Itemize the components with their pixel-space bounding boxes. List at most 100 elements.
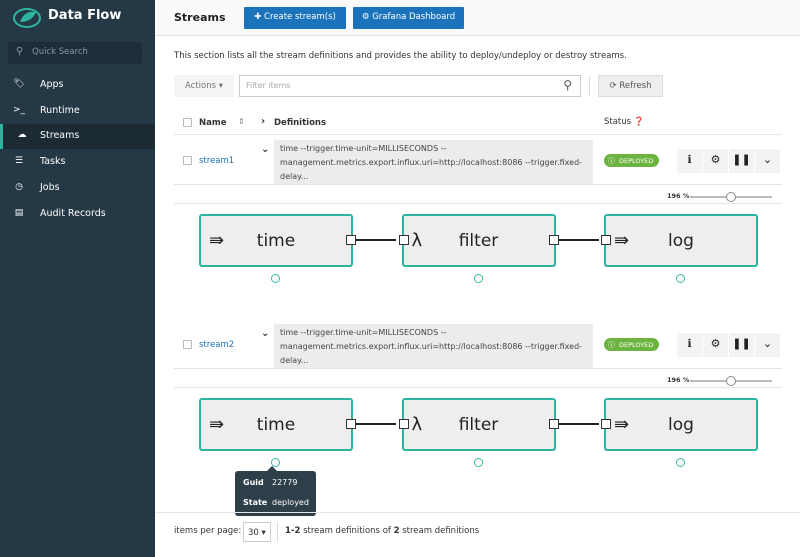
output-port[interactable] <box>346 419 356 429</box>
search-placeholder: Quick Search <box>32 47 88 57</box>
collapse-icon[interactable]: ⌄ <box>261 144 269 155</box>
collapse-icon[interactable]: ⌄ <box>261 328 269 339</box>
undeploy-button[interactable]: ❚❚ <box>729 333 754 357</box>
details-button[interactable]: ℹ <box>677 333 702 357</box>
column-status: Status ❓ <box>604 117 645 127</box>
graph-node-time[interactable]: ⇛ time <box>199 214 353 267</box>
refresh-button[interactable]: ⟳ Refresh <box>598 75 663 97</box>
sidebar-item-label: Audit Records <box>40 207 106 219</box>
sidebar-item-audit-records[interactable]: ▤ Audit Records <box>0 202 155 227</box>
info-icon: ℹ <box>687 337 692 350</box>
sidebar-item-label: Jobs <box>40 181 60 193</box>
info-icon: ℹ <box>687 153 692 166</box>
row-checkbox[interactable] <box>183 156 192 165</box>
stream-name-link[interactable]: stream2 <box>199 340 234 350</box>
graph-node-log[interactable]: ⇛ log <box>604 214 758 267</box>
quick-search-input[interactable]: ⚲ Quick Search <box>8 42 142 64</box>
pause-icon: ❚❚ <box>732 153 751 166</box>
input-port[interactable] <box>601 235 611 245</box>
pagination-summary: 1-2 stream definitions of 2 stream defin… <box>285 526 480 536</box>
sort-icon[interactable]: ⇕ <box>238 117 245 126</box>
state-label: State <box>243 498 268 507</box>
node-label: time <box>256 415 296 435</box>
graph-node-time[interactable]: ⇛ time <box>199 398 353 451</box>
node-status-dot[interactable] <box>473 458 483 467</box>
description: This section lists all the stream defini… <box>174 51 627 61</box>
chevron-down-icon: ⌄ <box>762 337 773 350</box>
graph-node-filter[interactable]: λ filter <box>401 214 556 267</box>
output-port[interactable] <box>346 235 356 245</box>
input-port[interactable] <box>398 419 409 429</box>
node-label: time <box>256 231 296 251</box>
logo-icon <box>13 8 41 28</box>
gear-icon: ⚙ <box>710 153 721 166</box>
graph-link[interactable] <box>558 423 599 425</box>
filter-input[interactable]: Filter items ⚲ <box>239 75 581 97</box>
sidebar-item-label: Apps <box>40 79 64 90</box>
deploy-button[interactable]: ⚙ <box>703 149 728 173</box>
tags-icon: 🏷 <box>13 79 25 89</box>
actions-dropdown[interactable]: Actions ▾ <box>174 75 234 97</box>
stream-definition: time --trigger.time-unit=MILLISECONDS --… <box>274 324 593 368</box>
guid-value: 22779 <box>272 478 298 487</box>
refresh-icon: ⟳ <box>609 81 617 91</box>
input-port[interactable] <box>601 419 611 429</box>
sidebar-item-tasks[interactable]: ☰ Tasks <box>0 150 155 175</box>
deploy-button[interactable]: ⚙ <box>703 333 728 357</box>
undeploy-button[interactable]: ❚❚ <box>729 149 754 173</box>
zoom-slider-handle[interactable] <box>726 376 736 386</box>
graph-node-log[interactable]: ⇛ log <box>604 398 758 451</box>
node-status-dot[interactable] <box>271 274 280 283</box>
node-label: log <box>668 231 694 251</box>
sidebar-item-streams[interactable]: ☁ Streams <box>0 124 155 150</box>
column-name: Name <box>199 118 227 128</box>
node-status-dot[interactable] <box>473 274 483 283</box>
details-button[interactable]: ℹ <box>677 149 702 173</box>
terminal-icon: >_ <box>13 104 26 115</box>
guid-label: Guid <box>243 478 264 487</box>
node-label: log <box>668 415 694 435</box>
node-status-dot[interactable] <box>676 458 685 467</box>
output-port[interactable] <box>548 235 559 245</box>
sidebar: Data Flow ⚲ Quick Search 🏷 Apps >_ Runtime ☁ S… <box>0 0 155 557</box>
page-size-select[interactable]: 30 ▾ <box>243 522 271 542</box>
expand-all-icon[interactable]: › <box>261 116 265 127</box>
select-all-checkbox[interactable] <box>183 118 192 127</box>
zoom-slider-handle[interactable] <box>726 192 736 202</box>
sidebar-item-apps[interactable]: 🏷 Apps <box>0 73 155 98</box>
page-header: Streams ✚ Create stream(s) ⚙ Grafana Das… <box>155 0 800 36</box>
more-actions-button[interactable]: ⌄ <box>755 149 780 173</box>
column-definitions: Definitions <box>274 118 327 128</box>
graph-node-filter[interactable]: λ filter <box>401 398 556 451</box>
sidebar-item-runtime[interactable]: >_ Runtime <box>0 99 155 124</box>
graph-link[interactable] <box>558 239 599 241</box>
stream-definition: time --trigger.time-unit=MILLISECONDS --… <box>274 140 593 184</box>
tasks-icon: ☰ <box>14 156 24 167</box>
output-port[interactable] <box>548 419 559 429</box>
items-per-page-label: items per page: <box>174 526 242 536</box>
status-badge: ⓘ DEPLOYED <box>604 338 660 351</box>
search-icon: ⚲ <box>16 46 24 57</box>
stream-name-link[interactable]: stream1 <box>199 156 234 166</box>
app-title: Data Flow <box>48 8 122 23</box>
node-status-dot[interactable] <box>676 274 685 283</box>
sidebar-item-jobs[interactable]: ◷ Jobs <box>0 176 155 201</box>
audit-icon: ▤ <box>14 207 24 218</box>
page-title: Streams <box>174 11 226 24</box>
sidebar-item-label: Tasks <box>40 156 66 168</box>
grafana-dashboard-button[interactable]: ⚙ Grafana Dashboard <box>353 7 464 29</box>
grafana-icon: ⚙ <box>361 12 370 22</box>
zoom-level: 196 % <box>667 192 690 200</box>
input-port[interactable] <box>398 235 409 245</box>
status-badge: ⓘ DEPLOYED <box>604 154 660 167</box>
info-icon: ⓘ <box>608 341 615 349</box>
row-checkbox[interactable] <box>183 340 192 349</box>
graph-link[interactable] <box>356 423 396 425</box>
create-stream-button[interactable]: ✚ Create stream(s) <box>244 7 346 29</box>
search-icon: ⚲ <box>563 78 572 92</box>
sidebar-item-label: Streams <box>40 130 80 142</box>
node-label: filter <box>458 231 499 251</box>
more-actions-button[interactable]: ⌄ <box>755 333 780 357</box>
node-tooltip: Guid 22779 State deployed <box>235 466 316 516</box>
graph-link[interactable] <box>356 239 396 241</box>
